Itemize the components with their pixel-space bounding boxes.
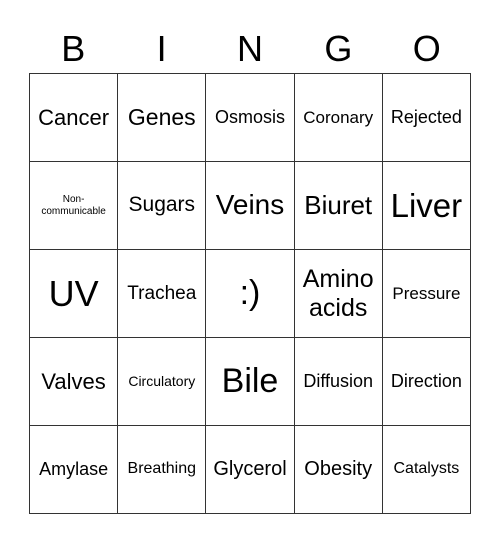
bingo-header: B I N G O: [29, 26, 471, 72]
bingo-cell[interactable]: Amino acids: [294, 250, 383, 338]
bingo-cell[interactable]: Catalysts: [382, 426, 471, 514]
bingo-cell[interactable]: Coronary: [294, 74, 383, 162]
bingo-cell[interactable]: Circulatory: [118, 338, 207, 426]
header-letter-o: O: [412, 28, 441, 69]
header-letter-i: I: [156, 28, 167, 69]
bingo-cell[interactable]: Diffusion: [294, 338, 383, 426]
bingo-cell[interactable]: Rejected: [382, 74, 471, 162]
bingo-cell[interactable]: Liver: [382, 162, 471, 250]
bingo-cell[interactable]: Non-communicable: [30, 162, 119, 250]
bingo-cell[interactable]: Biuret: [294, 162, 383, 250]
bingo-cell[interactable]: Trachea: [118, 250, 207, 338]
bingo-cell[interactable]: Osmosis: [206, 74, 295, 162]
bingo-cell[interactable]: Direction: [382, 338, 471, 426]
bingo-cell[interactable]: Obesity: [294, 426, 383, 514]
bingo-cell[interactable]: Breathing: [118, 426, 207, 514]
header-letter-g: G: [324, 28, 353, 69]
bingo-cell[interactable]: Valves: [30, 338, 119, 426]
bingo-cell[interactable]: Glycerol: [206, 426, 295, 514]
bingo-grid: Cancer Genes Osmosis Coronary Rejected Non-co…: [29, 73, 471, 514]
header-letter-n: N: [236, 28, 263, 69]
header-letter-b: B: [61, 28, 86, 69]
bingo-cell[interactable]: Sugars: [118, 162, 207, 250]
bingo-cell[interactable]: Genes: [118, 74, 207, 162]
bingo-cell[interactable]: Cancer: [30, 74, 119, 162]
bingo-cell[interactable]: Pressure: [382, 250, 471, 338]
bingo-cell[interactable]: Veins: [206, 162, 295, 250]
bingo-cell[interactable]: Amylase: [30, 426, 119, 514]
bingo-cell[interactable]: UV: [30, 250, 119, 338]
bingo-cell[interactable]: Bile: [206, 338, 295, 426]
bingo-cell[interactable]: :): [206, 250, 295, 338]
